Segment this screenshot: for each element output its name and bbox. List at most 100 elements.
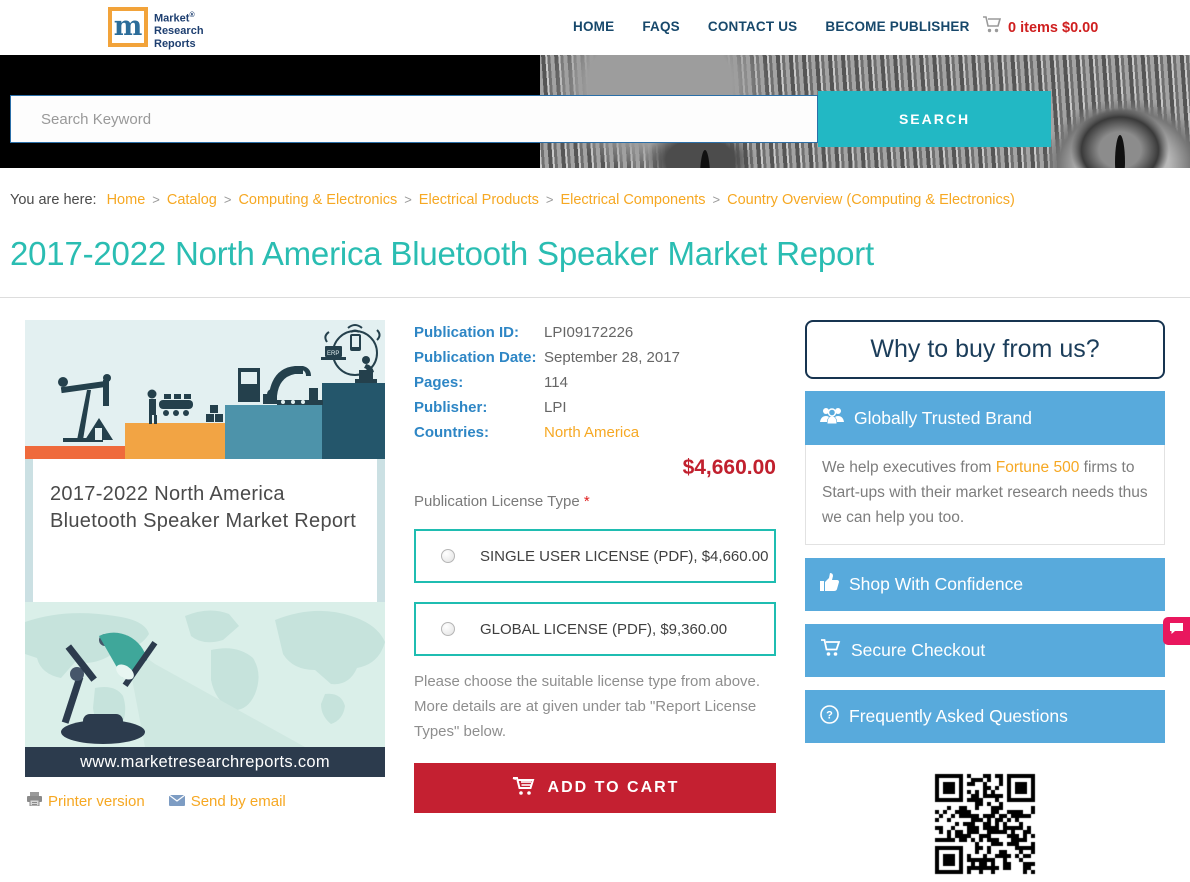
detail-row-publisher: Publisher: LPI [414,395,776,420]
site-logo[interactable]: m Market® Research Reports [108,7,204,50]
sidebar: Why to buy from us? Globally Trusted Bra… [805,320,1165,882]
faq-label: Frequently Asked Questions [849,706,1068,726]
price: $4,660.00 [682,456,776,479]
breadcrumb-separator: > [152,192,160,207]
detail-label: Pages: [414,374,464,391]
globally-trusted-brand-label: Globally Trusted Brand [854,407,1033,428]
nav-item-become-publisher[interactable]: BECOME PUBLISHER [825,19,969,34]
qr-code-wrap [805,772,1165,882]
report-cover-image: ERP 2017-2022 North America Bluetooth Sp… [25,320,385,777]
required-asterisk: * [583,493,590,510]
lamp-illustration [25,602,385,747]
cover-website-bar: www.marketresearchreports.com [25,747,385,777]
breadcrumb-link-country-overview[interactable]: Country Overview (Computing & Electronic… [727,192,1015,208]
license-option-label: GLOBAL LICENSE (PDF), $9,360.00 [480,620,728,638]
license-type-label: Publication License Type * [414,493,776,510]
detail-row-countries: Countries: North America [414,420,776,445]
breadcrumb-link-electrical-components[interactable]: Electrical Components [560,192,705,208]
logo-line3: Reports [154,37,196,50]
fortune-500-link[interactable]: Fortune 500 [996,459,1080,476]
breadcrumb-separator: > [223,192,232,207]
breadcrumb-separator: > [404,192,412,207]
trusted-body-text: We help executives from [822,459,996,476]
radio-single-user-license[interactable] [441,549,455,563]
globally-trusted-brand-header[interactable]: Globally Trusted Brand [805,391,1165,445]
shop-with-confidence-banner[interactable]: Shop With Confidence [805,558,1165,611]
industry-illustration: ERP [25,320,385,459]
secure-checkout-label: Secure Checkout [851,640,986,660]
registered-mark: ® [189,12,195,19]
license-note: Please choose the suitable license type … [414,673,761,740]
add-to-cart-cart-icon [511,776,535,801]
license-option-label: SINGLE USER LICENSE (PDF), $4,660.00 [480,547,769,565]
breadcrumb: You are here: Home > Catalog > Computing & E… [0,168,1190,208]
header: m Market® Research Reports HOME FAQS CON… [0,0,1190,55]
cover-title: 2017-2022 North America Bluetooth Speake… [25,459,385,602]
document-actions: Printer version Send by email [25,792,385,810]
license-option-single-user[interactable]: SINGLE USER LICENSE (PDF), $4,660.00 [414,529,776,583]
detail-row-publication-id: Publication ID: LPI09172226 [414,320,776,345]
breadcrumb-link-home[interactable]: Home [101,192,146,208]
logo-icon: m [108,7,148,47]
thumbs-up-icon [820,573,839,596]
chat-bubble-icon [1169,622,1184,640]
page-title: 2017-2022 North America Bluetooth Speake… [10,235,874,272]
svg-text:ERP: ERP [327,351,339,357]
question-circle-icon: ? [820,704,839,729]
countries-link[interactable]: North America [544,420,639,445]
report-cover-column: ERP 2017-2022 North America Bluetooth Sp… [25,320,385,882]
cart-status[interactable]: 0 items $0.00 [982,16,1098,39]
nav-item-home[interactable]: HOME [573,19,614,34]
breadcrumb-link-catalog[interactable]: Catalog [167,192,217,208]
secure-checkout-banner[interactable]: Secure Checkout [805,624,1165,677]
logo-line1: Market [154,12,190,25]
qr-code [932,772,1038,877]
main-nav: HOME FAQS CONTACT US BECOME PUBLISHER [573,19,970,34]
globally-trusted-brand-body: We help executives from Fortune 500 firm… [805,445,1165,545]
nav-item-faqs[interactable]: FAQS [642,19,680,34]
logo-line2: Research [154,25,204,38]
detail-value: LPI [544,399,567,416]
search-button[interactable]: SEARCH [818,91,1051,147]
license-option-global[interactable]: GLOBAL LICENSE (PDF), $9,360.00 [414,602,776,656]
detail-row-pages: Pages: 114 [414,370,776,395]
add-to-cart-button[interactable]: ADD TO CART [414,763,776,813]
detail-value: September 28, 2017 [544,349,680,366]
add-to-cart-label: ADD TO CART [547,779,680,796]
live-chat-button[interactable] [1163,617,1190,645]
shop-with-confidence-label: Shop With Confidence [849,574,1024,594]
printer-version-label: Printer version [48,792,145,810]
radio-global-license[interactable] [441,622,455,636]
cart-count-label: 0 items $0.00 [1008,19,1099,36]
breadcrumb-prefix: You are here: [10,192,97,208]
nav-item-contact-us[interactable]: CONTACT US [708,19,798,34]
breadcrumb-separator: > [545,192,554,207]
why-to-buy-box[interactable]: Why to buy from us? [805,320,1165,379]
faq-banner[interactable]: ? Frequently Asked Questions [805,690,1165,743]
logo-text: Market® Research Reports [154,7,204,50]
breadcrumb-link-electrical-products[interactable]: Electrical Products [419,192,539,208]
detail-value: 114 [544,374,568,391]
search-banner: SEARCH [0,55,1190,168]
email-icon [168,793,186,810]
search-input[interactable] [10,95,818,143]
cart-icon [982,16,1002,39]
detail-value: LPI09172226 [544,324,634,341]
send-by-email-link[interactable]: Send by email [168,792,286,810]
svg-text:?: ? [826,709,833,721]
printer-version-link[interactable]: Printer version [27,792,145,810]
detail-label: Publication ID: [414,324,519,341]
detail-row-publication-date: Publication Date: September 28, 2017 [414,345,776,370]
checkout-cart-icon [820,639,841,662]
content: ERP 2017-2022 North America Bluetooth Sp… [0,320,1190,882]
breadcrumb-link-computing-electronics[interactable]: Computing & Electronics [238,192,397,208]
license-label-text: Publication License Type [414,493,584,510]
detail-label: Publication Date: [414,349,537,366]
send-by-email-label: Send by email [190,792,286,810]
users-icon [820,407,844,429]
detail-label: Countries: [414,424,489,441]
detail-label: Publisher: [414,399,488,416]
breadcrumb-separator: > [712,192,721,207]
title-divider [0,297,1190,298]
product-details-column: Publication ID: LPI09172226 Publication … [414,320,776,882]
